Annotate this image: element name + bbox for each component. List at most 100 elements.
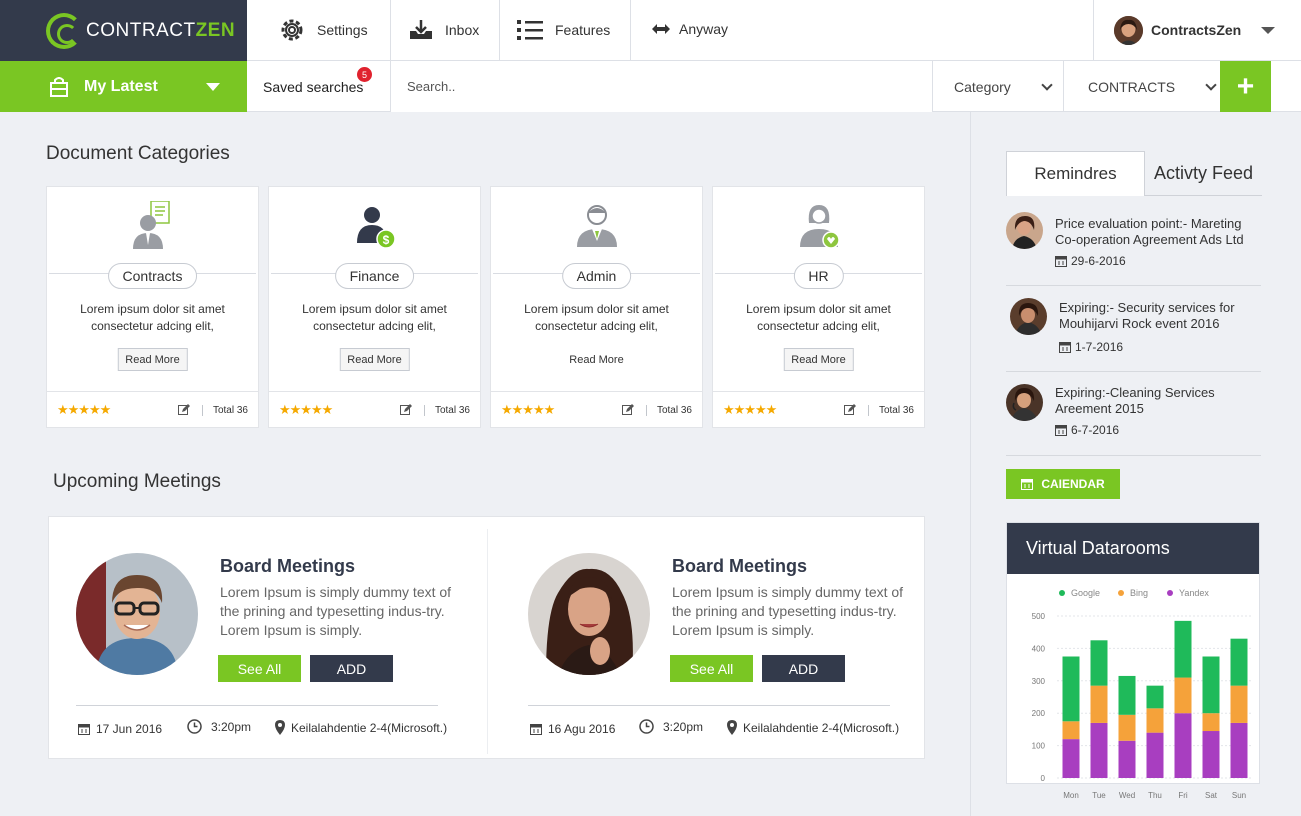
y-tick-label: 400 <box>1032 644 1046 653</box>
brand-name-part1: CONTRACT <box>86 19 196 41</box>
calendar-button[interactable]: CAIENDAR <box>1006 469 1120 499</box>
bar-google-thu[interactable] <box>1146 685 1164 709</box>
edit-icon[interactable] <box>178 404 190 416</box>
stacked-bar-chart: 0 100 200 300 400 500 Mon Tue Wed Thu Fri Sat Sun <box>1032 612 1253 800</box>
bar-yandex-wed[interactable] <box>1118 740 1136 778</box>
meeting-date: 16 Agu 2016 <box>530 722 615 736</box>
map-pin-icon <box>275 720 285 735</box>
tab-activity-feed[interactable]: Activty Feed <box>1145 151 1262 195</box>
bar-bing-tue[interactable] <box>1090 685 1108 723</box>
nav-inbox[interactable]: Inbox <box>391 0 500 60</box>
category-name: HR <box>793 263 844 289</box>
rating-stars[interactable]: ★★★★★ <box>723 402 777 418</box>
read-more-button[interactable]: Read More <box>783 348 854 371</box>
bar-bing-sat[interactable] <box>1202 713 1220 732</box>
reminder-text: Expiring:-Cleaning Services Areement 201… <box>1055 385 1215 416</box>
x-tick-label: Sat <box>1205 791 1218 800</box>
attendee-photo <box>76 553 198 675</box>
read-more-button[interactable]: Read More <box>561 348 631 371</box>
category-name: Contracts <box>107 263 198 289</box>
edit-icon[interactable] <box>400 404 412 416</box>
reminder-date: 6-7-2016 <box>1055 423 1119 437</box>
add-meeting-button[interactable]: ADD <box>762 655 845 682</box>
nav-features-label: Features <box>555 22 611 38</box>
category-name: Admin <box>561 263 632 289</box>
document-categories-title: Document Categories <box>46 143 230 164</box>
bar-google-mon[interactable] <box>1062 656 1080 722</box>
nav-anyway[interactable]: Anyway <box>631 0 801 60</box>
calendar-icon <box>1021 479 1034 490</box>
rating-stars[interactable]: ★★★★★ <box>57 402 111 418</box>
nav-settings[interactable]: Settings <box>247 0 391 60</box>
category-card-admin[interactable]: Admin Lorem ipsum dolor sit amet consect… <box>490 186 703 428</box>
datarooms-title: Virtual Datarooms <box>1007 523 1259 574</box>
category-dropdown[interactable]: Category <box>932 61 1063 112</box>
edit-icon[interactable] <box>844 404 856 416</box>
bar-google-sun[interactable] <box>1230 638 1248 686</box>
saved-searches-count-badge: 5 <box>357 67 372 82</box>
avatar <box>1006 212 1043 249</box>
category-card-hr[interactable]: HR Lorem ipsum dolor sit amet consectetu… <box>712 186 925 428</box>
bar-bing-fri[interactable] <box>1174 677 1192 714</box>
bar-yandex-mon[interactable] <box>1062 739 1080 778</box>
bar-bing-mon[interactable] <box>1062 721 1080 740</box>
calendar-icon <box>530 724 542 735</box>
clock-icon <box>187 719 202 734</box>
reminder-date: 1-7-2016 <box>1059 340 1123 354</box>
read-more-button[interactable]: Read More <box>339 348 410 371</box>
bar-yandex-fri[interactable] <box>1174 713 1192 778</box>
category-card-contracts[interactable]: Contracts Lorem ipsum dolor sit amet con… <box>46 186 259 428</box>
reminder-item[interactable]: Price evaluation point:- Mareting Co-ope… <box>1006 212 1261 286</box>
rating-stars[interactable]: ★★★★★ <box>501 402 555 418</box>
bar-google-tue[interactable] <box>1090 640 1108 686</box>
saved-searches-label: Saved searches <box>263 78 364 95</box>
total-count: Total 36 <box>656 405 692 416</box>
bar-google-wed[interactable] <box>1118 675 1136 715</box>
reminder-item[interactable]: Expiring:- Security services for Mouhija… <box>1006 298 1261 372</box>
y-tick-label: 0 <box>1041 774 1046 783</box>
map-pin-icon <box>727 720 737 735</box>
y-tick-label: 500 <box>1032 612 1046 621</box>
bar-bing-sun[interactable] <box>1230 685 1248 723</box>
nav-inbox-label: Inbox <box>445 22 480 38</box>
calendar-icon <box>1059 342 1071 353</box>
calendar-icon <box>1055 425 1067 436</box>
add-meeting-button[interactable]: ADD <box>310 655 393 682</box>
bar-bing-thu[interactable] <box>1146 708 1164 733</box>
meeting-description: Lorem Ipsum is simply dummy text of the … <box>672 584 904 638</box>
logo-icon <box>46 12 82 49</box>
bar-google-sat[interactable] <box>1202 656 1220 714</box>
see-all-button[interactable]: See All <box>218 655 301 682</box>
total-count: Total 36 <box>878 405 914 416</box>
tab-reminders[interactable]: Remindres <box>1006 151 1145 196</box>
add-button[interactable]: + <box>1220 61 1271 112</box>
read-more-button[interactable]: Read More <box>117 348 188 371</box>
finance-person-icon: $ <box>356 207 396 249</box>
contract-person-icon <box>132 201 170 249</box>
bar-yandex-thu[interactable] <box>1146 732 1164 778</box>
rating-stars[interactable]: ★★★★★ <box>279 402 333 418</box>
bar-bing-wed[interactable] <box>1118 714 1136 741</box>
filter-bar: My Latest Saved searches 5 Category CONT… <box>0 61 1301 112</box>
meetings-panel: Board Meetings Lorem Ipsum is simply dum… <box>48 516 925 759</box>
brand-logo[interactable]: CONTRACTZEN <box>0 0 247 61</box>
contracts-label: CONTRACTS <box>1088 78 1176 95</box>
search-input[interactable] <box>391 61 932 112</box>
my-latest-dropdown[interactable]: My Latest <box>0 61 247 112</box>
chevron-down-icon <box>1261 26 1276 34</box>
saved-searches[interactable]: Saved searches 5 <box>247 61 391 112</box>
bar-google-fri[interactable] <box>1174 620 1192 678</box>
category-card-finance[interactable]: $ Finance Lorem ipsum dolor sit amet con… <box>268 186 481 428</box>
contracts-dropdown[interactable]: CONTRACTS <box>1063 61 1220 112</box>
bar-yandex-sun[interactable] <box>1230 722 1248 778</box>
brand-name-part2: ZEN <box>195 19 236 41</box>
profile-menu[interactable]: ContractsZen <box>1093 0 1301 60</box>
x-tick-label: Mon <box>1063 791 1079 800</box>
top-bar: CONTRACTZEN Settings Inbox Features Anyw… <box>0 0 1301 61</box>
see-all-button[interactable]: See All <box>670 655 753 682</box>
bar-yandex-sat[interactable] <box>1202 731 1220 778</box>
bar-yandex-tue[interactable] <box>1090 722 1108 778</box>
edit-icon[interactable] <box>622 404 634 416</box>
reminder-item[interactable]: Expiring:-Cleaning Services Areement 201… <box>1006 384 1261 456</box>
nav-features[interactable]: Features <box>500 0 631 60</box>
